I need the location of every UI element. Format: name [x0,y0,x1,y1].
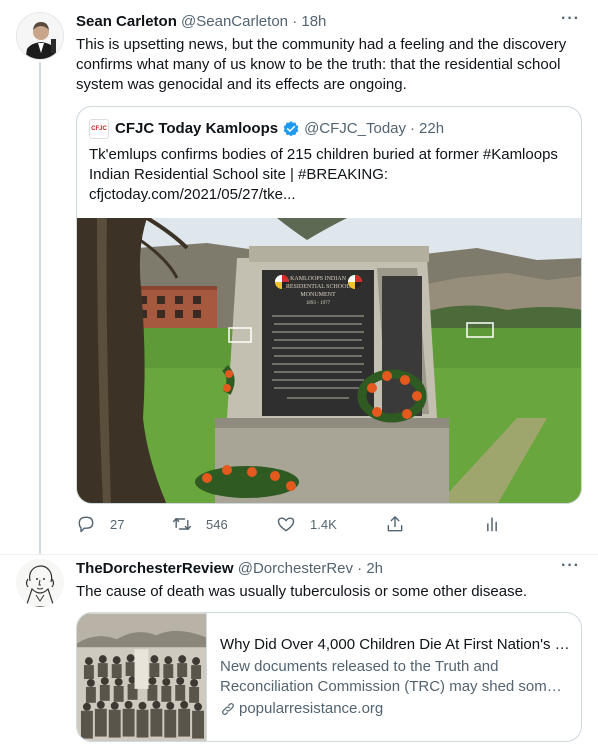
quoted-author-handle[interactable]: @CFJC_Today [304,119,406,139]
more-options-icon[interactable]: ··· [561,557,580,575]
author-handle[interactable]: @SeanCarleton [181,13,288,30]
reply-icon [78,516,94,533]
share-icon [387,516,403,532]
link-preview-card[interactable]: Why Did Over 4,000 Children Die At First… [76,612,582,742]
avatar-sketch-portrait [16,559,64,607]
heart-icon [277,517,295,532]
plaque-line-2: RESIDENTIAL SCHOOL [286,284,351,290]
more-options-icon[interactable]: ··· [561,10,580,28]
monument-photo[interactable]: KAMLOOPS INDIAN RESIDENTIAL SCHOOL MONUM… [77,218,582,504]
timestamp[interactable]: 2h [366,560,383,577]
verified-badge-icon [283,121,299,137]
card-title[interactable]: Why Did Over 4,000 Children Die At First… [220,635,570,655]
quoted-avatar[interactable]: CFJC [89,119,109,139]
separator-dot: · [410,120,416,137]
quoted-tweet-header: CFJC CFJC Today Kamloops @CFJC_Today · 2… [89,119,444,139]
card-description: New documents released to the Truth and … [220,658,556,695]
analytics-button[interactable] [482,514,502,534]
share-button[interactable] [385,514,405,534]
author-name[interactable]: TheDorchesterReview [76,560,234,577]
reply-button[interactable]: 27 [76,514,124,534]
card-thumbnail [77,613,207,741]
quoted-author-name[interactable]: CFJC Today Kamloops [115,119,278,139]
avatar-photo [17,13,63,59]
tweet-sean-carleton[interactable]: Sean Carleton @SeanCarleton · 18h ··· Th… [0,0,598,555]
like-count: 1.4K [310,516,337,532]
link-icon [222,703,234,715]
tweet-text: The cause of death was usually tuberculo… [76,583,528,600]
plaque-line-4: 1893 - 1977 [306,301,331,306]
card-domain-row: popularresistance.org [220,699,570,719]
quoted-tweet[interactable]: CFJC CFJC Today Kamloops @CFJC_Today · 2… [76,106,582,504]
card-domain: popularresistance.org [239,700,384,717]
retweet-button[interactable]: 546 [172,514,228,534]
tweet-header: Sean Carleton @SeanCarleton · 18h [76,12,326,32]
like-button[interactable]: 1.4K [276,514,337,534]
timestamp[interactable]: 18h [301,13,326,30]
plaque-line-1: KAMLOOPS INDIAN [290,276,347,282]
quoted-tweet-text: Tk'emlups confirms bodies of 215 childre… [89,146,558,203]
avatar[interactable] [16,559,64,607]
quoted-timestamp[interactable]: 22h [419,119,444,139]
retweet-icon [172,517,192,531]
tweet-header: TheDorchesterReview @DorchesterRev · 2h [76,559,383,579]
tweet-dorchester-review[interactable]: TheDorchesterReview @DorchesterRev · 2h … [0,555,598,747]
tweet-text: This is upsetting news, but the communit… [76,36,567,93]
analytics-icon [487,517,497,532]
retweet-count: 546 [206,516,228,532]
author-handle[interactable]: @DorchesterRev [238,560,353,577]
reply-count: 27 [110,516,125,532]
plaque-line-3: MONUMENT [300,292,336,298]
author-name[interactable]: Sean Carleton [76,13,177,30]
tweet-actions: 27 546 1.4K [76,514,506,538]
card-body: Why Did Over 4,000 Children Die At First… [220,635,570,719]
separator-dot: · [292,13,298,30]
separator-dot: · [357,560,363,577]
avatar[interactable] [16,12,64,60]
